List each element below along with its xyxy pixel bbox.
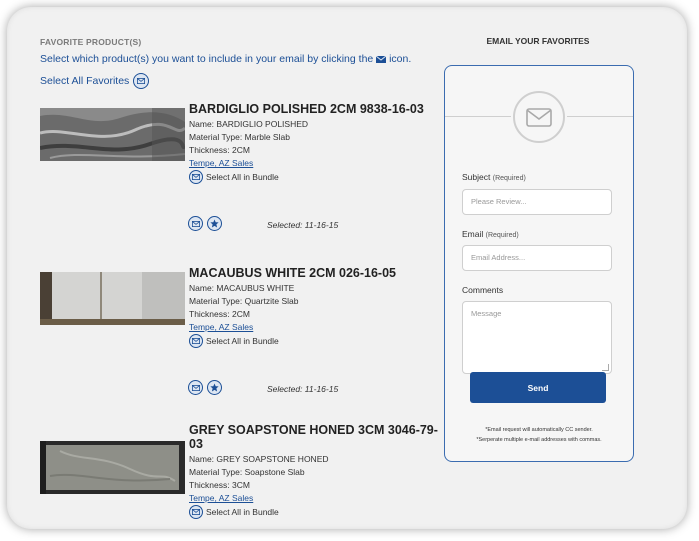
subject-required: (Required) <box>492 175 526 182</box>
page-frame: FAVORITE PRODUCT(S) Select which product… <box>7 7 687 529</box>
product-location-link[interactable]: Tempe, AZ Sales <box>189 492 439 505</box>
cc-note: *Email request will automatically CC sen… <box>485 427 593 433</box>
divider-left <box>445 116 511 117</box>
bundle-label[interactable]: Select All in Bundle <box>206 506 279 519</box>
product-item: BARDIGLIO POLISHED 2CM 9838-16-03 Name: … <box>40 96 440 236</box>
selected-date: Selected: 11-16-15 <box>267 220 339 230</box>
email-required: (Required) <box>485 232 519 239</box>
product-thickness: Thickness: 2CM <box>189 309 250 319</box>
email-label-text: Email <box>462 229 484 239</box>
bundle-select[interactable]: Select All in Bundle <box>189 334 439 348</box>
select-all-favorites[interactable]: Select All Favorites <box>40 73 440 89</box>
favorite-star-icon[interactable] <box>207 216 222 231</box>
select-all-label[interactable]: Select All Favorites <box>40 75 129 87</box>
product-thickness: Thickness: 2CM <box>189 145 250 155</box>
product-title[interactable]: MACAUBUS WHITE 2CM 026-16-05 <box>189 266 439 280</box>
bundle-label[interactable]: Select All in Bundle <box>206 335 279 348</box>
product-actions <box>188 380 222 395</box>
product-material: Material Type: Quartzite Slab <box>189 296 299 306</box>
product-name: Name: BARDIGLIO POLISHED <box>189 119 309 129</box>
instructions-suffix: icon. <box>389 53 412 65</box>
comments-label: Comments <box>462 285 504 295</box>
product-info: GREY SOAPSTONE HONED 3CM 3046-79-03 Name… <box>189 423 439 519</box>
envelope-inline-icon <box>375 55 387 63</box>
envelope-icon[interactable] <box>189 170 203 184</box>
bundle-select[interactable]: Select All in Bundle <box>189 505 439 519</box>
product-thickness: Thickness: 3CM <box>189 480 250 490</box>
product-location-link[interactable]: Tempe, AZ Sales <box>189 321 439 334</box>
favorites-panel: FAVORITE PRODUCT(S) Select which product… <box>40 37 440 89</box>
favorites-instructions: Select which product(s) you want to incl… <box>40 53 440 65</box>
selected-date: Selected: 11-16-15 <box>267 384 339 394</box>
product-actions <box>188 216 222 231</box>
email-section-title: EMAIL YOUR FAVORITES <box>486 36 590 46</box>
product-item: GREY SOAPSTONE HONED 3CM 3046-79-03 Name… <box>40 423 440 529</box>
product-name: Name: MACAUBUS WHITE <box>189 283 295 293</box>
email-input[interactable]: Email Address... <box>462 245 612 271</box>
email-label: Email (Required) <box>462 229 519 239</box>
product-thumbnail[interactable] <box>40 108 185 161</box>
favorites-section-title: FAVORITE PRODUCT(S) <box>40 37 142 47</box>
bundle-select[interactable]: Select All in Bundle <box>189 170 439 184</box>
product-name: Name: GREY SOAPSTONE HONED <box>189 454 329 464</box>
product-info: MACAUBUS WHITE 2CM 026-16-05 Name: MACAU… <box>189 266 439 348</box>
select-all-envelope-icon[interactable] <box>133 73 150 89</box>
product-title[interactable]: GREY SOAPSTONE HONED 3CM 3046-79-03 <box>189 423 439 451</box>
separator-note: *Serperate multiple e-mail addresses wit… <box>476 437 602 443</box>
email-form: Subject (Required) Please Review... Emai… <box>444 65 634 462</box>
product-material: Material Type: Soapstone Slab <box>189 467 305 477</box>
product-material: Material Type: Marble Slab <box>189 132 290 142</box>
email-toggle-envelope-icon[interactable] <box>188 380 203 395</box>
subject-input[interactable]: Please Review... <box>462 189 612 215</box>
comments-placeholder: Message <box>471 309 502 318</box>
instructions-text: Select which product(s) you want to incl… <box>40 53 374 65</box>
mail-large-icon <box>513 91 565 143</box>
product-info: BARDIGLIO POLISHED 2CM 9838-16-03 Name: … <box>189 102 439 184</box>
send-button[interactable]: Send <box>470 372 606 403</box>
product-title[interactable]: BARDIGLIO POLISHED 2CM 9838-16-03 <box>189 102 439 116</box>
product-location-link[interactable]: Tempe, AZ Sales <box>189 157 439 170</box>
divider-right <box>567 116 633 117</box>
product-thumbnail[interactable] <box>40 441 185 494</box>
product-item: MACAUBUS WHITE 2CM 026-16-05 Name: MACAU… <box>40 260 440 400</box>
bundle-label[interactable]: Select All in Bundle <box>206 171 279 184</box>
favorite-star-icon[interactable] <box>207 380 222 395</box>
subject-label-text: Subject <box>462 172 491 182</box>
product-thumbnail[interactable] <box>40 272 185 325</box>
email-toggle-envelope-icon[interactable] <box>188 216 203 231</box>
envelope-icon[interactable] <box>189 505 203 519</box>
subject-label: Subject (Required) <box>462 172 526 182</box>
resize-handle[interactable] <box>602 364 609 371</box>
envelope-icon[interactable] <box>189 334 203 348</box>
comments-textarea[interactable]: Message <box>462 301 612 374</box>
